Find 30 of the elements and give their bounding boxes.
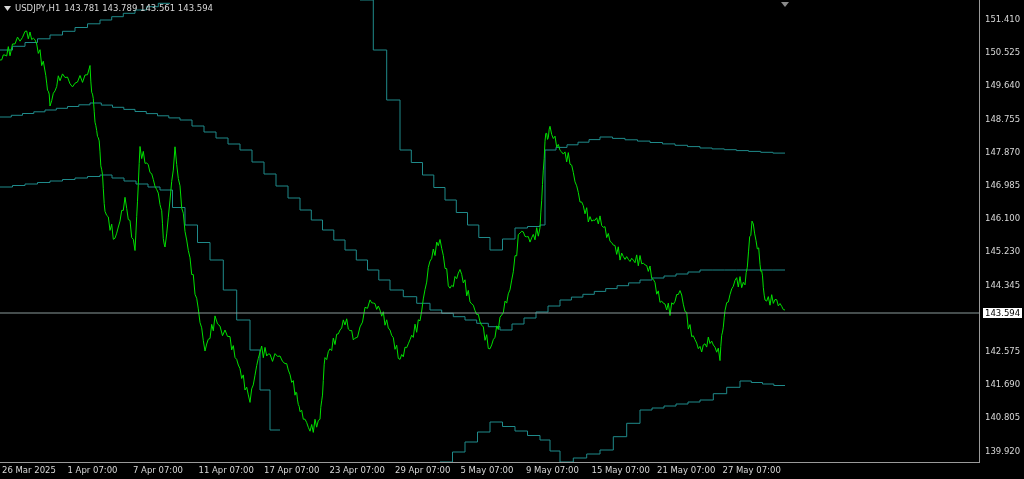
time-axis-label: 23 Apr 07:00 — [329, 465, 385, 475]
shift-marker-icon[interactable] — [781, 2, 789, 7]
price-axis-label: 149.640 — [985, 80, 1021, 91]
price-axis-label: 146.985 — [985, 180, 1021, 190]
price-axis-label: 150.525 — [985, 47, 1021, 58]
price-axis-label: 142.575 — [985, 346, 1021, 356]
price-axis-label: 147.870 — [985, 146, 1021, 157]
time-axis-label: 15 May 07:00 — [591, 465, 650, 475]
symbol-label: USDJPY,H1 — [15, 3, 61, 13]
time-axis-label: 11 Apr 07:00 — [198, 465, 254, 475]
time-axis-label: 21 May 07:00 — [657, 465, 716, 475]
time-axis-label: 26 Mar 2025 — [2, 465, 56, 475]
price-axis-label: 148.755 — [985, 113, 1021, 124]
time-axis-label: 9 May 07:00 — [526, 465, 579, 475]
price-axis-label: 141.690 — [985, 379, 1021, 390]
time-axis-label: 29 Apr 07:00 — [395, 465, 451, 475]
price-axis-label: 140.805 — [985, 412, 1021, 423]
time-axis-label: 17 Apr 07:00 — [264, 465, 320, 475]
ohlc-values: 143.781 143.789 143.561 143.594 — [64, 3, 214, 13]
time-axis-label: 27 May 07:00 — [722, 465, 781, 475]
time-axis-label: 5 May 07:00 — [460, 465, 514, 475]
current-price-label: 143.594 — [983, 308, 1023, 318]
price-axis-label: 151.410 — [985, 14, 1021, 24]
time-axis-label: 7 Apr 07:00 — [133, 465, 183, 475]
dropdown-triangle-icon[interactable] — [4, 5, 11, 11]
price-axis-label: 145.230 — [985, 246, 1021, 257]
time-axis-label: 1 Apr 07:00 — [67, 465, 118, 475]
price-axis-label: 139.920 — [985, 445, 1021, 456]
price-axis-label: 146.100 — [985, 213, 1021, 224]
price-axis-label: 144.345 — [985, 279, 1021, 290]
